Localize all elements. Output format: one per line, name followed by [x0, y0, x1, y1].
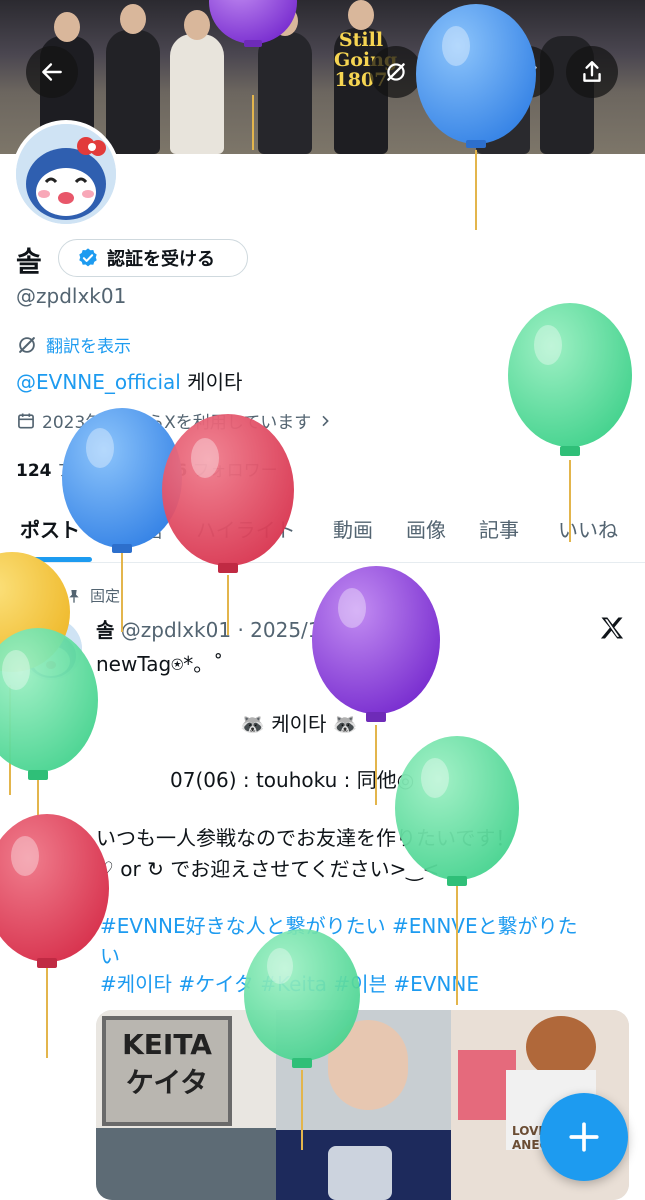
post-author-name[interactable]: 솔 [96, 618, 114, 642]
chevron-right-icon [322, 415, 330, 426]
plus-icon [569, 1122, 599, 1152]
show-translation-label: 翻訳を表示 [46, 337, 131, 357]
follow-stats: 124 フォロー中 76 フォロワー [16, 456, 278, 481]
profile-tabs: ポスト 返信 ハイライト 動画 画像 記事 いいね [0, 500, 645, 563]
user-handle: @zpdlxk01 [16, 284, 127, 308]
post-media-image[interactable]: KEITA ケイタ LOVE ANECD [96, 1010, 629, 1200]
arrow-left-icon [42, 63, 62, 81]
post-text-line: ♡ or ↻ でお迎えさせてください>‿< [96, 857, 440, 881]
pen-icon [518, 63, 537, 82]
banner-person-head [54, 12, 80, 42]
followers-label: フォロワー [187, 461, 278, 481]
join-date-label: 2023年8月からXを利用しています [42, 413, 312, 433]
tab-highlights[interactable]: ハイライト [196, 514, 296, 543]
grok-icon [387, 63, 405, 81]
edit-button[interactable] [502, 46, 554, 98]
grok-icon [19, 336, 35, 353]
media-person [328, 1020, 408, 1110]
media-sign-text: ケイタ [125, 1066, 209, 1099]
profile-avatar[interactable] [12, 120, 120, 228]
show-translation-link[interactable]: 翻訳を表示 [16, 332, 131, 357]
media-plush [526, 1016, 596, 1078]
post-hashtags[interactable]: #케이타 #ケイタ #Keita #이븐 #EVNNE [100, 968, 479, 997]
followers-count: 76 [163, 461, 188, 481]
following-count: 124 [16, 461, 52, 481]
pinned-label: 固定 [90, 587, 121, 605]
post-text-line: いつも一人参戦なのでお友達を作りたいです！ [96, 826, 516, 850]
tab-images[interactable]: 画像 [406, 514, 446, 543]
post-header: 솔 @zpdlxk01 · 2025/11/06 [96, 614, 365, 643]
banner-person [170, 34, 224, 154]
following-link[interactable]: 124 フォロー中 [16, 461, 142, 481]
tab-replies[interactable]: 返信 [123, 514, 163, 543]
get-verified-button[interactable]: 認証を受ける [58, 239, 248, 277]
tab-posts[interactable]: ポスト [20, 514, 80, 543]
verified-badge-icon [79, 248, 97, 267]
calendar-icon [18, 413, 34, 428]
post-text-line: 🦝 케이타 🦝 [240, 712, 358, 736]
tab-videos[interactable]: 動画 [333, 514, 373, 543]
share-icon [583, 61, 601, 82]
get-verified-label: 認証を受ける [107, 249, 215, 270]
banner-person-head [272, 6, 298, 36]
pinned-indicator: 固定 [66, 585, 120, 606]
following-label: フォロー中 [51, 461, 142, 481]
banner-person-head [348, 0, 374, 30]
post-text-line: 07(06) : touhoku : 同他◎ [170, 768, 415, 792]
media-sign-text: KEITA [122, 1028, 212, 1061]
avatar-character-image [16, 124, 116, 224]
post-hashtags[interactable]: い [100, 940, 120, 969]
banner-person [106, 30, 160, 154]
x-logo-icon [600, 617, 624, 639]
post-author-avatar[interactable] [20, 618, 82, 680]
followers-link[interactable]: 76 フォロワー [164, 461, 278, 481]
join-date[interactable]: 2023年8月からXを利用しています [16, 408, 333, 433]
post-text-line: newTag⍟*。˚ [96, 652, 224, 676]
post-date[interactable]: · 2025/11/06 [237, 618, 365, 642]
search-icon [450, 62, 472, 84]
bio-mention-link[interactable]: @EVNNE_official [16, 370, 181, 394]
bio-text: 케이타 [180, 370, 243, 394]
banner-person [258, 32, 312, 154]
media-tile [96, 1128, 276, 1200]
post-hashtags[interactable]: #EVNNE好きな人と繋がりたい #ENNVEと繋がりた [100, 910, 578, 939]
display-name: 솔 [16, 245, 42, 278]
media-photocard [328, 1146, 392, 1200]
pin-icon [69, 589, 79, 603]
profile-bio: @EVNNE_official 케이타 [16, 366, 242, 395]
share-button[interactable] [566, 46, 618, 98]
grok-button[interactable] [370, 46, 422, 98]
tab-articles[interactable]: 記事 [479, 514, 519, 543]
banner-person-head [184, 10, 210, 40]
active-tab-indicator [14, 557, 92, 562]
balloon-red [0, 814, 109, 1058]
tab-likes[interactable]: いいね [558, 514, 618, 543]
compose-post-button[interactable] [540, 1093, 628, 1181]
banner-person-head [120, 4, 146, 34]
back-button[interactable] [26, 46, 78, 98]
post-author-handle[interactable]: @zpdlxk01 [114, 618, 231, 642]
media-sign: KEITA ケイタ [102, 1016, 232, 1126]
search-button[interactable] [434, 46, 486, 98]
avatar-character-image [20, 618, 82, 680]
